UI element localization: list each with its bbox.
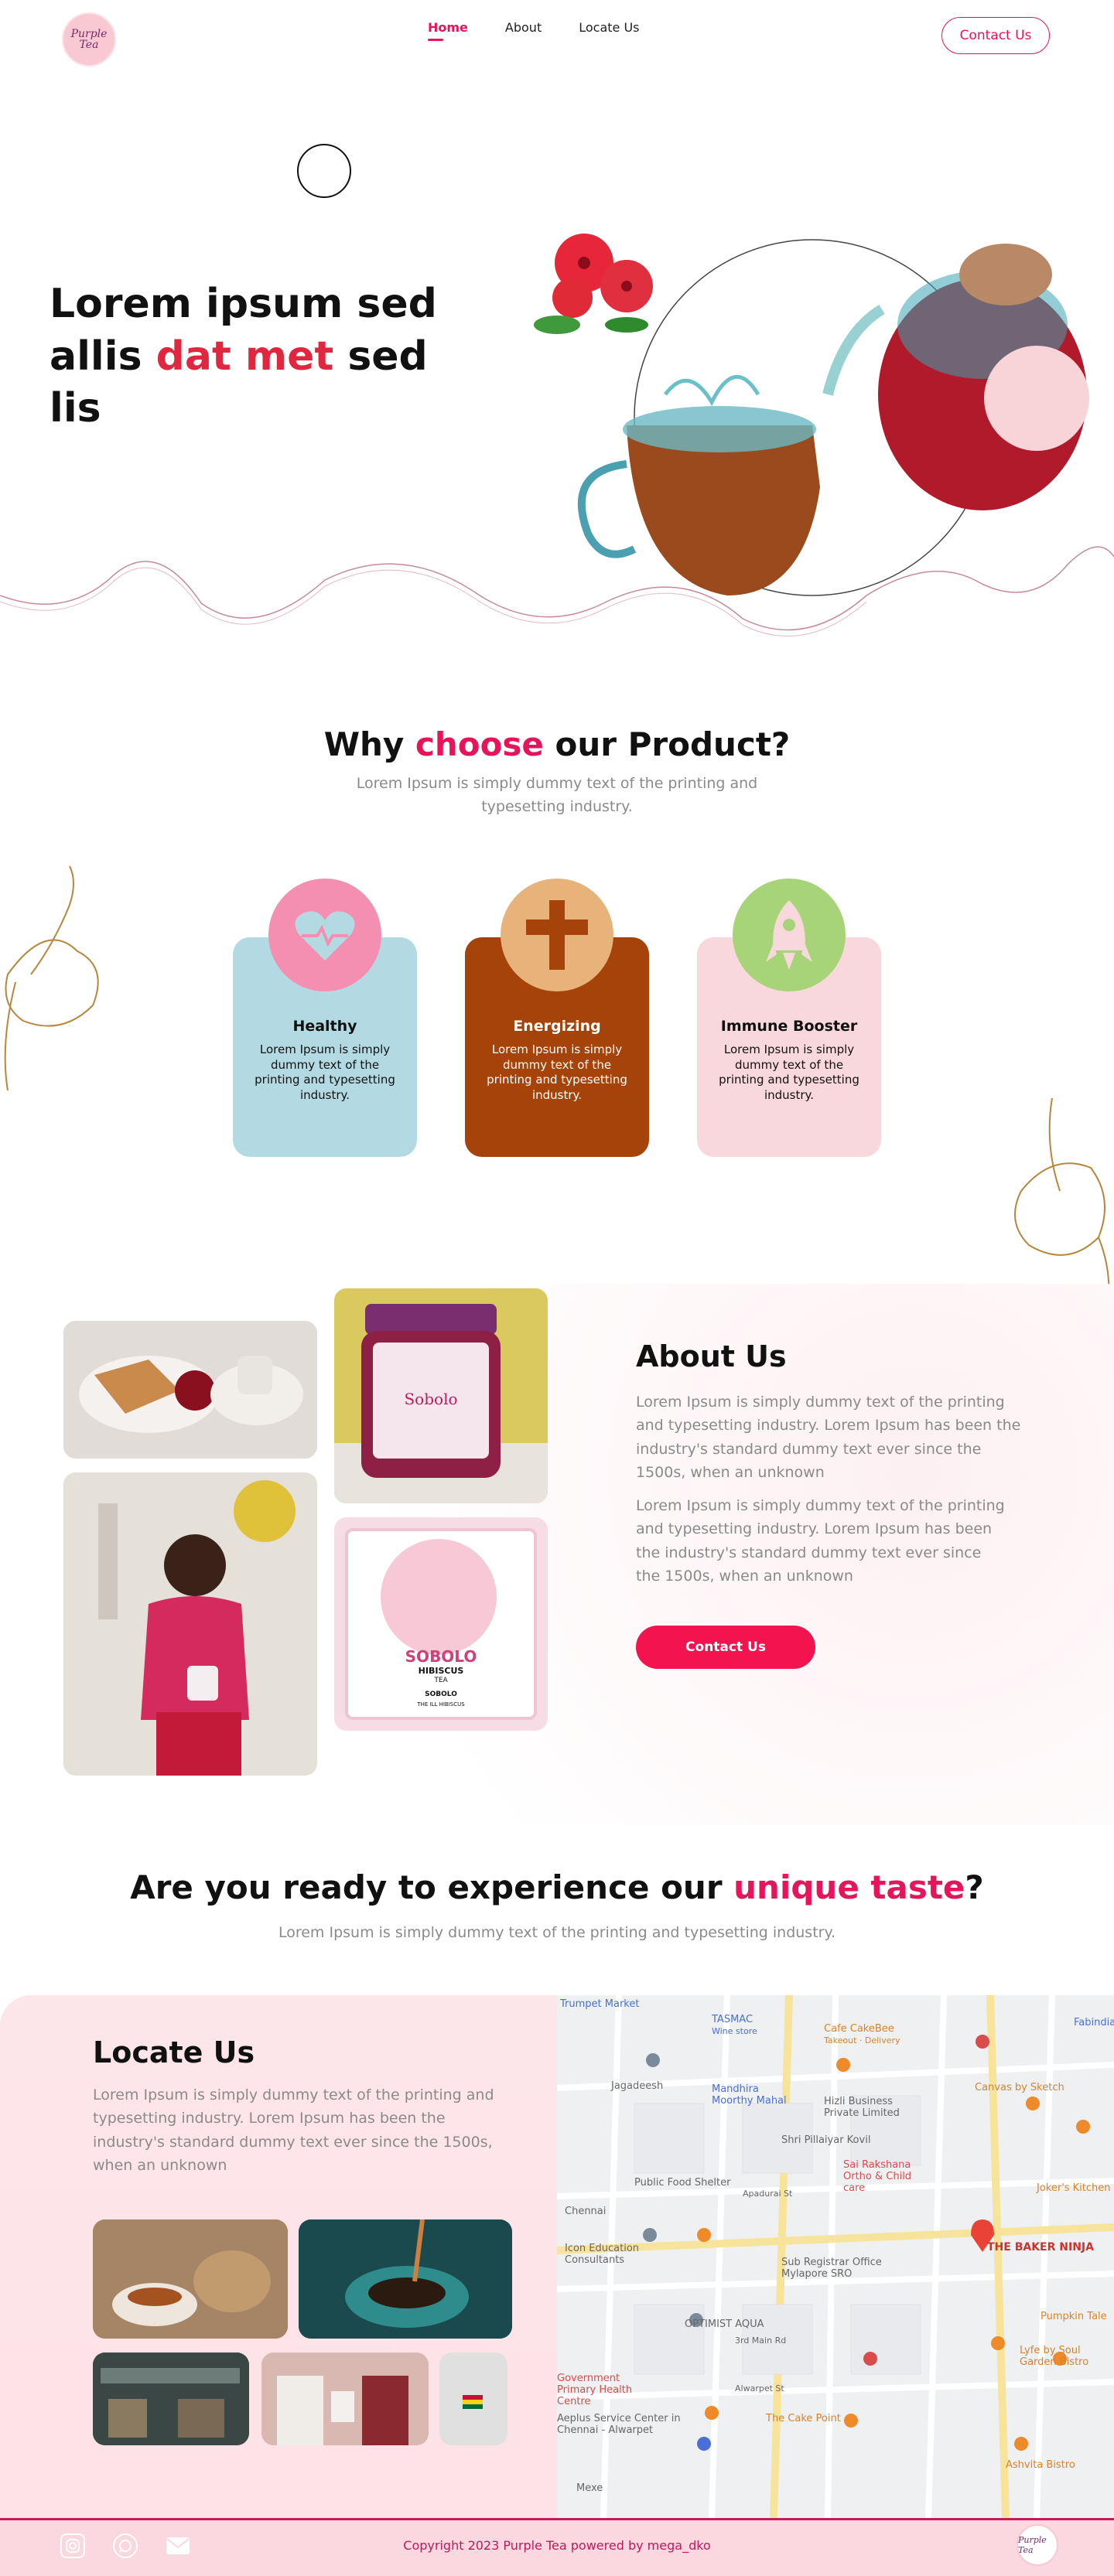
card-text: Lorem Ipsum is simply dummy text of the …: [719, 1042, 859, 1102]
card-text: Lorem Ipsum is simply dummy text of the …: [255, 1042, 395, 1102]
why-subtitle: Lorem Ipsum is simply dummy text of the …: [356, 775, 758, 816]
map-label: Ashvita Bistro: [1006, 2459, 1075, 2471]
map-label: Sub Registrar Office Mylapore SRO: [781, 2257, 882, 2280]
map-label: Lyfe by Soul Garden Bistro: [1020, 2345, 1089, 2368]
map-label: Hizli Business Private Limited: [824, 2096, 900, 2119]
about-contact-button[interactable]: Contact Us: [636, 1626, 815, 1669]
map-label: Wine store: [712, 2026, 757, 2036]
woman-with-tea-photo: [63, 1472, 317, 1776]
decorative-circle: [297, 144, 351, 198]
contact-us-button[interactable]: Contact Us: [941, 17, 1050, 54]
map-label: TASMAC: [712, 2014, 753, 2025]
copyright-text: Copyright 2023 Purple Tea powered by meg…: [403, 2538, 711, 2553]
map-label: 3rd Main Rd: [735, 2335, 787, 2346]
locate-title: Locate Us: [93, 2035, 255, 2069]
flag-photo: [439, 2353, 507, 2445]
map-label: Alwarpet St: [735, 2383, 784, 2393]
tea-snack-photo: [63, 1321, 317, 1459]
about-paragraph-1: Lorem Ipsum is simply dummy text of the …: [636, 1394, 1021, 1482]
location-map[interactable]: Trumpet Market TASMAC Wine store Cafe Ca…: [557, 1995, 1114, 2518]
tea-pour-photo: [299, 2219, 512, 2339]
map-label: Jagadeesh: [611, 2080, 664, 2092]
map-label: Cafe CakeBee: [824, 2023, 894, 2035]
logo-text: Purple Tea: [70, 28, 108, 51]
ready-subtitle: Lorem Ipsum is simply dummy text of the …: [278, 1924, 836, 1941]
ready-title: Are you ready to experience our unique t…: [130, 1868, 984, 1906]
map-label: Icon Education Consultants: [565, 2243, 640, 2266]
card-title: Healthy: [292, 1018, 357, 1035]
main-nav: Home About Locate Us: [428, 20, 640, 41]
card-title: Immune Booster: [720, 1018, 858, 1035]
map-label: Takeout · Delivery: [824, 2035, 900, 2045]
map-label: Trumpet Market: [560, 1998, 640, 2010]
hero-title: Lorem ipsum sed allis dat met sed lis: [50, 281, 437, 432]
hibiscus-flower-icon: [534, 234, 653, 334]
friends-photo: [261, 2353, 429, 2445]
cafe-interior-photo: [93, 2353, 249, 2445]
map-label: Fabindia: [1074, 2017, 1114, 2028]
map-label: Apadurai St: [743, 2189, 793, 2199]
package-footer2: THE ILL HIBISCUS: [417, 1701, 465, 1708]
package-sub2: TEA: [434, 1677, 448, 1684]
nav-about[interactable]: About: [505, 20, 542, 35]
map-label: The Cake Point: [766, 2413, 841, 2424]
energy-cross-icon: [501, 879, 613, 991]
sobolo-package-photo: SOBOLO HIBISCUS TEA SOBOLO THE ILL HIBIS…: [334, 1517, 548, 1731]
map-label: Shri Pillaiyar Kovil: [781, 2134, 871, 2146]
map-label: Pumpkin Tale: [1041, 2311, 1107, 2322]
map-label: Canvas by Sketch: [975, 2082, 1064, 2093]
baker-ninja-pin-label[interactable]: THE BAKER NINJA: [987, 2241, 1094, 2254]
about-paragraph-2: Lorem Ipsum is simply dummy text of the …: [636, 1497, 1005, 1585]
sobolo-jar-photo: Sobolo: [334, 1288, 548, 1503]
nav-locate-us[interactable]: Locate Us: [579, 20, 639, 35]
package-brand: SOBOLO: [405, 1647, 477, 1666]
map-label: Sai Rakshana Ortho & Child care: [843, 2159, 912, 2194]
map-label: Joker's Kitchen: [1037, 2182, 1111, 2194]
heart-pulse-icon: [268, 879, 381, 991]
jar-label: Sobolo: [404, 1390, 457, 1408]
hibiscus-outline-right: [1014, 1097, 1110, 1315]
rocket-icon: [733, 879, 846, 991]
map-label: Aeplus Service Center in Chennai - Alwar…: [557, 2413, 681, 2436]
map-label: Public Food Shelter: [634, 2177, 731, 2189]
card-text: Lorem Ipsum is simply dummy text of the …: [487, 1042, 627, 1102]
footer-logo[interactable]: Purple Tea: [1017, 2524, 1058, 2566]
map-label: Chennai: [565, 2206, 607, 2217]
hero-wave-line: [0, 546, 1114, 637]
map-label: Mexe: [576, 2482, 603, 2494]
nav-home[interactable]: Home: [428, 20, 468, 41]
tea-cups-photo: [93, 2219, 288, 2339]
logo[interactable]: Purple Tea: [62, 12, 116, 67]
package-sub: HIBISCUS: [418, 1666, 464, 1676]
hibiscus-outline-left: [4, 865, 99, 1090]
why-title: Why choose our Product?: [323, 725, 791, 763]
locate-text: Lorem Ipsum is simply dummy text of the …: [93, 2086, 494, 2175]
about-title: About Us: [636, 1339, 787, 1373]
package-footer: SOBOLO: [425, 1691, 457, 1698]
map-label: Mandhira Moorthy Mahal: [712, 2083, 787, 2107]
map-label: Government Primary Health Centre: [557, 2373, 633, 2407]
card-title: Energizing: [513, 1018, 601, 1035]
map-label: OPTIMIST AQUA: [685, 2318, 764, 2330]
